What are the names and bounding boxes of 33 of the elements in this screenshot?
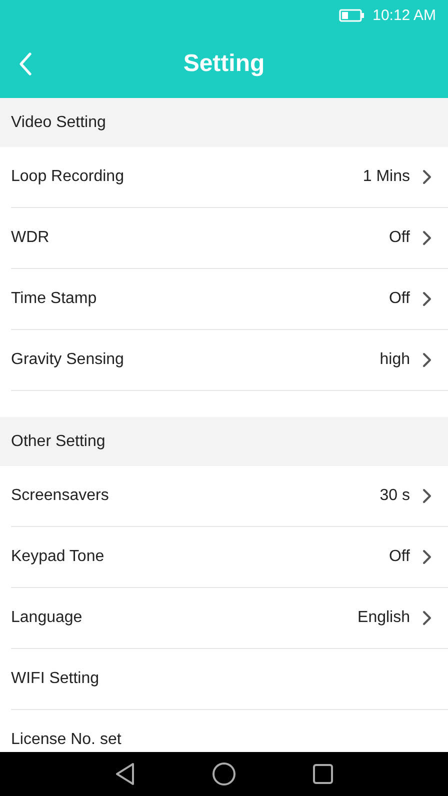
section-header: Other Setting: [0, 417, 448, 466]
setting-label: WIFI Setting: [11, 670, 100, 688]
setting-label: Loop Recording: [11, 168, 125, 186]
setting-row[interactable]: WIFI Setting: [11, 649, 448, 710]
back-nav-icon[interactable]: [114, 762, 136, 786]
setting-row[interactable]: Gravity Sensing high: [11, 330, 448, 391]
page-title: Setting: [183, 50, 265, 78]
setting-row[interactable]: Loop Recording 1 Mins: [11, 147, 448, 208]
back-icon: [18, 52, 32, 76]
setting-value: high: [380, 351, 410, 369]
setting-row[interactable]: Time Stamp Off: [11, 269, 448, 330]
setting-row[interactable]: Screensavers 30 s: [11, 466, 448, 527]
setting-label: Keypad Tone: [11, 548, 106, 566]
setting-label: License No. set: [11, 731, 122, 749]
setting-value: English: [358, 609, 410, 627]
home-nav-icon[interactable]: [212, 762, 236, 786]
setting-value: 30 s: [380, 487, 410, 505]
setting-label: Time Stamp: [11, 290, 98, 308]
setting-label: Gravity Sensing: [11, 351, 125, 369]
setting-value: Off: [388, 290, 410, 308]
setting-value: Off: [388, 548, 410, 566]
setting-value: Off: [388, 229, 410, 247]
setting-row[interactable]: WDR Off: [11, 208, 448, 269]
status-time: 10:12 AM: [372, 6, 436, 24]
setting-label: Screensavers: [11, 487, 110, 505]
battery-icon: [338, 8, 365, 22]
recents-nav-icon[interactable]: [312, 763, 334, 785]
setting-label: Language: [11, 609, 84, 627]
setting-label: WDR: [11, 229, 50, 247]
setting-row[interactable]: Keypad Tone Off: [11, 527, 448, 588]
setting-value: 1 Mins: [362, 168, 410, 186]
setting-row[interactable]: Language English: [11, 588, 448, 649]
section-header: Video Setting: [0, 98, 448, 147]
